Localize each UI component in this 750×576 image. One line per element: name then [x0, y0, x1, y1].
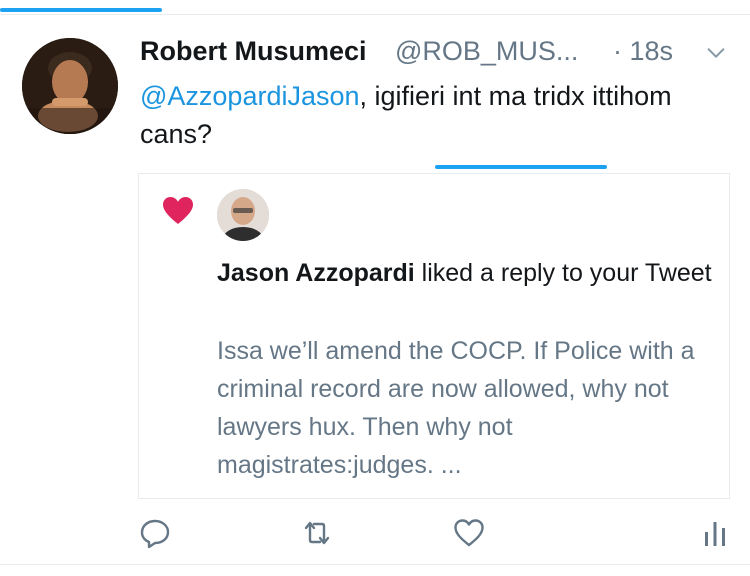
author-name[interactable]: Robert Musumeci [140, 36, 367, 67]
notification-card[interactable]: Jason Azzopardi liked a reply to your Tw… [138, 173, 730, 499]
notification-text: Jason Azzopardi liked a reply to your Tw… [217, 254, 717, 292]
author-avatar[interactable] [22, 38, 118, 134]
retweet-icon[interactable] [300, 516, 334, 550]
top-bar [0, 0, 750, 15]
bottom-divider [0, 564, 750, 565]
tweet-header: Robert Musumeci @ROB_MUS... · 18s [140, 34, 730, 74]
tweet-text: @AzzopardiJason, igifieri int ma tridx i… [140, 77, 700, 153]
tweet-underline-indicator [435, 165, 607, 169]
quoted-reply-text: Issa we’ll amend the COCP. If Police wit… [217, 337, 695, 479]
heart-icon [163, 197, 193, 224]
analytics-icon[interactable] [698, 516, 732, 550]
chevron-down-icon[interactable] [705, 42, 727, 64]
mention-link[interactable]: @AzzopardiJason [140, 81, 360, 111]
author-avatar-image [22, 38, 118, 134]
author-handle[interactable]: @ROB_MUS... [395, 36, 578, 67]
liker-avatar-image [217, 189, 269, 241]
reply-icon[interactable] [138, 516, 172, 550]
loading-progress-bar [0, 8, 162, 12]
like-icon[interactable] [452, 516, 486, 550]
tweet-actions [0, 516, 750, 556]
liker-avatar[interactable] [217, 189, 269, 241]
tweet-timestamp[interactable]: · 18s [613, 36, 673, 67]
notification-action-text: liked a reply to your Tweet [414, 259, 712, 287]
liker-name[interactable]: Jason Azzopardi [217, 259, 415, 287]
